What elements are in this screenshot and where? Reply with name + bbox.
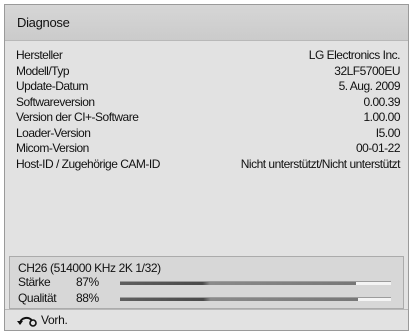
back-button-label[interactable]: Vorh. [41, 313, 68, 327]
info-value: 1.00.00 [363, 110, 400, 124]
info-row-update-date: Update-Datum 5. Aug. 2009 [5, 79, 408, 95]
info-row-manufacturer: Hersteller LG Electronics Inc. [5, 48, 408, 64]
info-value: 5. Aug. 2009 [338, 79, 401, 93]
info-label: Version der CI+-Software [16, 110, 139, 124]
channel-info: CH26 (514000 KHz 2K 1/32) [18, 261, 161, 275]
quality-bar [120, 297, 391, 301]
info-label: Loader-Version [16, 125, 91, 140]
info-value: I5.00 [375, 125, 401, 140]
strength-bar-fill [120, 282, 356, 285]
info-label: Softwareversion [16, 94, 95, 109]
info-value: LG Electronics Inc. [308, 48, 401, 62]
info-label: Micom-Version [16, 141, 89, 155]
info-value: 0.00.39 [363, 94, 400, 109]
strength-percent: 87% [76, 275, 99, 289]
info-row-ci-version: Version der CI+-Software 1.00.00 [5, 110, 408, 126]
return-arrow-icon[interactable] [16, 314, 38, 327]
info-list: Hersteller LG Electronics Inc. Modell/Ty… [5, 48, 408, 172]
info-row-software-version: Softwareversion 0.00.39 [5, 95, 408, 111]
info-row-loader-version: Loader-Version I5.00 [5, 126, 408, 142]
quality-bar-fill [120, 298, 359, 301]
quality-label: Qualität [18, 291, 57, 305]
info-label: Host-ID / Zugehörige CAM-ID [16, 156, 160, 171]
info-label: Modell/Typ [16, 63, 70, 78]
strength-bar [120, 281, 391, 285]
signal-panel: CH26 (514000 KHz 2K 1/32) Stärke 87% Qua… [9, 256, 404, 309]
dialog-title-bar: Diagnose [5, 5, 408, 41]
signal-strength-row: Stärke 87% [10, 274, 403, 290]
info-value: Nicht unterstützt/Nicht unterstützt [240, 156, 401, 171]
info-row-host-id: Host-ID / Zugehörige CAM-ID Nicht unters… [5, 157, 408, 173]
diagnose-dialog: Diagnose Hersteller LG Electronics Inc. … [4, 4, 409, 331]
info-label: Hersteller [16, 48, 63, 62]
quality-percent: 88% [76, 291, 99, 305]
info-row-model: Modell/Typ 32LF5700EU [5, 64, 408, 80]
info-value: 32LF5700EU [334, 63, 400, 78]
strength-label: Stärke [18, 275, 51, 289]
info-value: 00-01-22 [355, 141, 401, 155]
info-label: Update-Datum [16, 79, 89, 93]
dialog-title: Diagnose [17, 15, 70, 30]
dialog-footer: Vorh. [5, 309, 408, 330]
signal-quality-row: Qualität 88% [10, 290, 403, 306]
info-row-micom-version: Micom-Version 00-01-22 [5, 141, 408, 157]
